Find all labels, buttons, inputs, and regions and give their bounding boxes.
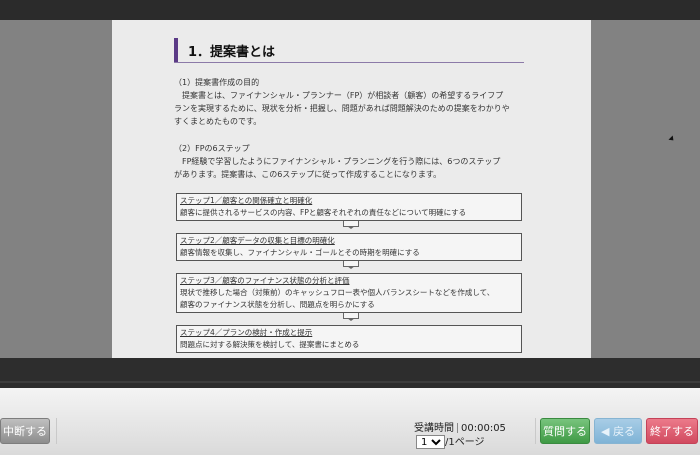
page-total: /1ページ — [445, 437, 485, 448]
step-desc: 顧客に提供されるサービスの内容、FPと顧客それぞれの責任などについて明確にする — [180, 208, 467, 217]
step-title: ステップ4／プランの検討・作成と提示 — [180, 328, 313, 337]
heading-underline — [174, 62, 524, 63]
page-selector: 1 /1ページ — [416, 433, 485, 449]
down-arrow-icon — [343, 313, 359, 321]
back-button[interactable]: ◀ 戻る — [594, 418, 642, 444]
down-arrow-icon — [343, 261, 359, 269]
mouse-cursor-icon — [668, 135, 676, 143]
step-desc: 現状で推移した場合（対策前）のキャッシュフロー表や個人バランスシートなどを作成し… — [180, 288, 495, 297]
divider — [535, 418, 536, 444]
stop-button[interactable]: 中断する — [0, 418, 50, 444]
section2-line: があります。提案書は、この6ステップに従って作成することになります。 — [174, 170, 442, 179]
divider — [56, 418, 57, 444]
step-desc: 顧客のファイナンス状態を分析し、問題点を明らかにする — [180, 300, 375, 309]
progress-band — [0, 358, 700, 388]
section1-line: 提案書とは、ファイナンシャル・プランナー（FP）が相談者（顧客）の希望するライフ… — [182, 91, 504, 100]
step-box-3: ステップ3／顧客のファイナンス状態の分析と評価 現状で推移した場合（対策前）のキ… — [176, 273, 522, 313]
step-box-1: ステップ1／顧客との関係確立と明確化 顧客に提供されるサービスの内容、FPと顧客… — [176, 193, 522, 221]
step-box-4: ステップ4／プランの検討・作成と提示 問題点に対する解決策を検討して、提案書にま… — [176, 325, 522, 353]
step-desc: 顧客情報を収集し、ファイナンシャル・ゴールとその時期を明確にする — [180, 248, 420, 257]
section1-line: ランを実現するために、現状を分析・把握し、問題があれば問題解決のための提案をわか… — [174, 104, 510, 113]
document-viewer[interactable]: 1．提案書とは （1）提案書作成の目的 提案書とは、ファイナンシャル・プランナー… — [0, 20, 700, 358]
progress-track — [0, 381, 700, 383]
control-bar: 中断する 受講時間 00:00:05 1 /1ページ 質問する ◀ 戻る 終了する — [0, 388, 700, 455]
question-button[interactable]: 質問する — [540, 418, 590, 444]
down-arrow-icon — [343, 221, 359, 229]
step-box-2: ステップ2／顧客データの収集と目標の明確化 顧客情報を収集し、ファイナンシャル・… — [176, 233, 522, 261]
section1-block: （1）提案書作成の目的 提案書とは、ファイナンシャル・プランナー（FP）が相談者… — [174, 76, 534, 128]
step-title: ステップ2／顧客データの収集と目標の明確化 — [180, 236, 335, 245]
top-bar — [0, 0, 700, 20]
section1-line: すくまとめたものです。 — [174, 117, 262, 126]
section2-line: FP経験で学習したようにファイナンシャル・プランニングを行う際には、6つのステッ… — [182, 157, 501, 166]
time-separator — [457, 423, 458, 433]
heading-accent-bar — [174, 38, 178, 62]
step-desc: 問題点に対する解決策を検討して、提案書にまとめる — [180, 340, 360, 349]
section2-title: （2）FPの6ステップ — [174, 144, 250, 153]
section2-block: （2）FPの6ステップ FP経験で学習したようにファイナンシャル・プランニングを… — [174, 142, 534, 181]
section1-title: （1）提案書作成の目的 — [174, 78, 260, 87]
step-title: ステップ1／顧客との関係確立と明確化 — [180, 196, 313, 205]
time-info: 受講時間 00:00:05 — [414, 419, 506, 434]
section-heading: 1．提案書とは — [174, 38, 524, 63]
end-button[interactable]: 終了する — [646, 418, 698, 444]
heading-title: 1．提案書とは — [188, 45, 276, 60]
document-page: 1．提案書とは （1）提案書作成の目的 提案書とは、ファイナンシャル・プランナー… — [112, 20, 591, 358]
step-title: ステップ3／顧客のファイナンス状態の分析と評価 — [180, 276, 350, 285]
page-select[interactable]: 1 — [416, 435, 445, 449]
